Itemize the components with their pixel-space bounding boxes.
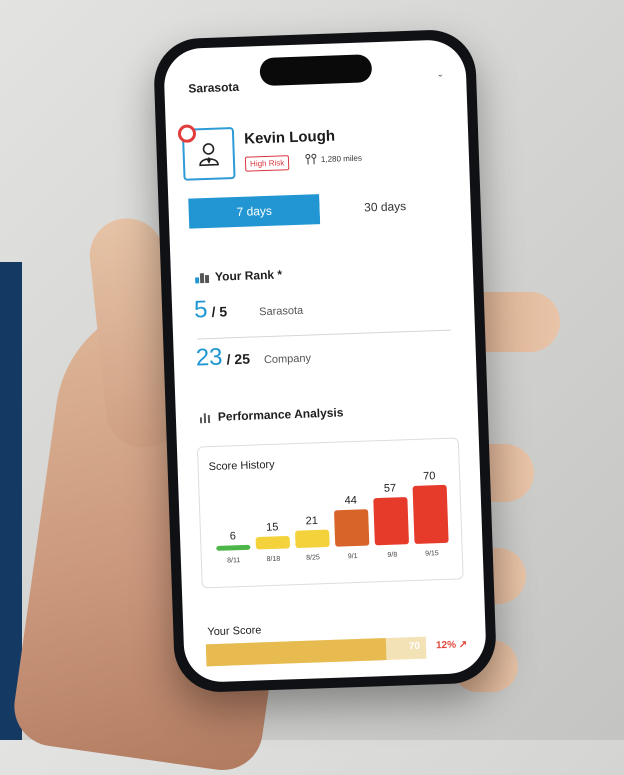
performance-title: Performance Analysis [217,405,344,424]
your-score-label: Your Score [207,624,262,639]
score-fill [205,638,387,667]
route-icon [305,153,317,165]
rank-scope-label: Company [263,352,312,367]
top-bar: Sarasota ˇ [188,70,443,99]
rank-value: 5 [193,296,208,324]
tab-30-days[interactable]: 30 days [319,189,452,225]
rank-title: Your Rank * [214,267,283,284]
score-change: 12% ↗ [436,639,468,651]
miles-value: 1,280 miles [320,153,363,164]
user-icon [199,143,219,167]
bar-value-label: 15 [266,521,279,533]
bar-chart-icon [199,413,211,424]
rank-total: / 25 [226,350,251,368]
x-tick-label: 9/1 [348,553,358,560]
miles-info: 1,280 miles [305,152,362,166]
rank-scope-label: Sarasota [258,304,304,319]
bar-8/18 [255,536,290,550]
bar-8/11 [216,544,251,551]
chevron-down-icon[interactable]: ˇ [438,74,442,86]
bar-value-label: 57 [384,482,397,494]
tab-7-days[interactable]: 7 days [188,194,321,229]
bar-9/1 [334,509,370,547]
trend-up-icon: ↗ [458,639,468,651]
bar-value-label: 21 [305,515,318,527]
performance-section-title: Performance Analysis [199,405,344,424]
bar-value-label: 70 [423,470,436,482]
bar-8/25 [295,529,330,549]
phone-screen: Sarasota ˇ Kevin Lough High Risk 1,280 m… [163,38,487,684]
rank-row-company: 23 / 25 Company [195,336,452,375]
score-progress-bar: 70 [205,636,427,667]
x-tick-label: 9/8 [387,552,397,559]
score-history-card: Score History 6 8/11 15 8/18 21 8/25 44 9/1 57 9/… [196,437,464,589]
score-history-chart: 6 8/11 15 8/18 21 8/25 44 9/1 57 9/8 70 9/15 [216,470,449,565]
rank-total: / 5 [211,303,228,320]
bar-9/8 [373,497,409,546]
bar-9/15 [412,484,449,544]
rank-section-title: Your Rank * [195,267,283,284]
bar-value-label: 44 [344,495,357,507]
bar-value-label: 6 [230,530,237,542]
x-tick-label: 8/18 [266,556,280,563]
x-tick-label: 9/15 [425,550,439,557]
rank-row-city: 5 / 5 Sarasota [194,288,451,327]
phone: Sarasota ˇ Kevin Lough High Risk 1,280 m… [152,28,498,694]
driver-name: Kevin Lough [243,127,336,148]
rank-value: 23 [195,343,223,372]
score-value: 70 [408,640,421,653]
podium-icon [195,273,210,284]
risk-badge: High Risk [244,155,290,172]
city-select[interactable]: Sarasota [188,80,239,96]
period-tabs: 7 days 30 days [188,189,452,229]
x-tick-label: 8/11 [227,557,240,564]
x-tick-label: 8/25 [306,554,320,561]
driver-profile: Kevin Lough High Risk 1,280 miles [177,119,454,188]
avatar[interactable] [177,124,236,181]
score-change-value: 12% [435,639,457,652]
